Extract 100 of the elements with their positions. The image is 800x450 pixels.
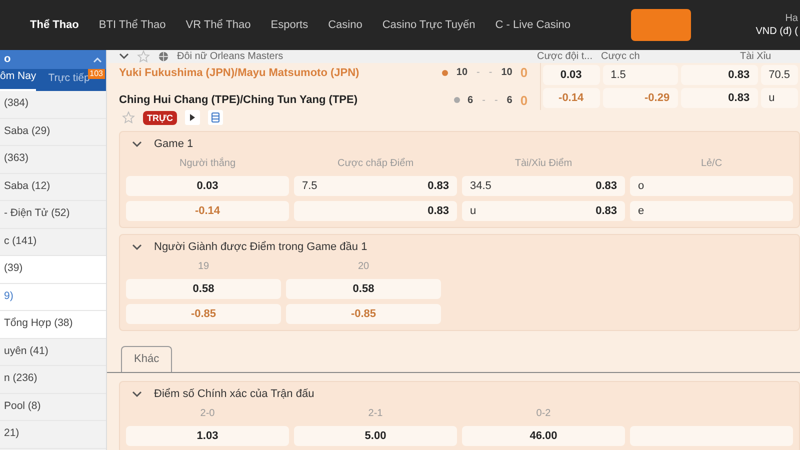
handicap-text: 70.5 xyxy=(768,68,790,83)
score-text: 10 xyxy=(501,66,512,80)
sidebar-item[interactable]: (363) xyxy=(0,146,106,174)
odds-cell[interactable]: u 0.83 xyxy=(462,201,625,221)
odds-cell[interactable]: 5.00 xyxy=(294,426,457,446)
odds-text: 0.03 xyxy=(196,178,218,194)
currency-text: VND (đ) ( xyxy=(756,25,798,38)
stats-icon[interactable] xyxy=(208,110,223,125)
sidebar-tab[interactable]: ôm Nay xyxy=(0,69,36,91)
odds-cell[interactable]: 70.5 xyxy=(760,65,798,85)
column-header: Cược đội t... xyxy=(537,50,592,62)
star-icon[interactable] xyxy=(122,111,135,124)
score-text: 6 xyxy=(468,94,474,108)
column-header: 2-0 xyxy=(199,407,216,421)
team-name: Ching Hui Chang (TPE)/Ching Tun Yang (TPE) xyxy=(119,93,358,108)
live-badge: TRỰC xyxy=(143,110,177,124)
score-text: 6 xyxy=(506,94,512,108)
chevron-icon[interactable] xyxy=(132,390,142,398)
odds-text: 5.00 xyxy=(364,428,386,444)
odds-cell[interactable]: 0.83 xyxy=(680,88,758,108)
market-tab[interactable]: Khác xyxy=(121,346,172,372)
odds-cell[interactable]: 46.00 xyxy=(462,426,625,446)
nav-link[interactable]: Esports xyxy=(270,16,308,34)
score-text: - xyxy=(476,66,480,80)
score-text: - xyxy=(488,66,492,80)
odds-cell[interactable]: e xyxy=(630,201,793,221)
column-header: Cược ch xyxy=(601,50,640,62)
nav-link[interactable]: Casino Trực Tuyến xyxy=(382,16,476,34)
odds-cell[interactable]: 0.83 xyxy=(294,201,457,221)
odds-cell[interactable]: 34.5 0.83 xyxy=(462,176,625,196)
score-text: 10 xyxy=(456,66,468,80)
sidebar-item[interactable]: - Điện Tử (52) xyxy=(0,201,106,228)
odds-text: 0.58 xyxy=(192,282,214,297)
odds-cell[interactable]: 7.5 0.83 xyxy=(294,176,457,196)
chevron-icon[interactable] xyxy=(132,244,142,250)
odds-cell[interactable]: 0.58 xyxy=(126,279,281,299)
odds-text: -0.85 xyxy=(190,306,216,322)
sidebar-item[interactable]: 9) xyxy=(0,284,106,311)
odds-cell[interactable]: 0.58 xyxy=(286,279,441,299)
handicap-text: 1.5 xyxy=(610,68,626,83)
column-header: Người thắng xyxy=(178,156,237,171)
handicap-text: 34.5 xyxy=(470,178,492,194)
column-header: Tài/Xỉu Điểm xyxy=(514,156,574,171)
sidebar-item[interactable]: n (236) xyxy=(0,366,106,394)
nav-link[interactable]: Casino xyxy=(328,16,362,34)
sidebar-item[interactable]: Saba (29) xyxy=(0,118,106,146)
odds-text: 0.03 xyxy=(560,68,582,83)
column-header: Cược chấp Điểm xyxy=(336,156,415,171)
chevron-icon[interactable] xyxy=(119,53,129,60)
star-icon[interactable] xyxy=(137,50,150,63)
odds-cell[interactable]: o xyxy=(630,176,793,196)
column-header: 19 xyxy=(196,260,210,274)
odds-cell[interactable]: 1.5 xyxy=(602,65,678,85)
score-text: - xyxy=(494,94,498,108)
odds-text: 0.83 xyxy=(728,90,750,106)
odds-text: -0.14 xyxy=(558,90,584,106)
sidebar-item[interactable]: Saba (12) xyxy=(0,174,106,201)
play-icon[interactable] xyxy=(184,110,200,125)
sidebar-title: o xyxy=(4,52,11,68)
sidebar-item[interactable]: uyên (41) xyxy=(0,338,106,366)
sidebar-item[interactable]: (384) xyxy=(0,91,106,118)
odds-cell[interactable] xyxy=(630,426,793,446)
handicap-text: u xyxy=(470,204,476,219)
market-title[interactable]: Game 1 xyxy=(154,136,194,152)
caret-up-icon[interactable] xyxy=(93,56,102,62)
odds-cell[interactable]: u xyxy=(760,88,798,108)
team-name: Yuki Fukushima (JPN)/Mayu Matsumoto (JPN) xyxy=(119,66,360,80)
sidebar-item[interactable]: 21) xyxy=(0,421,106,448)
count-badge: 103 xyxy=(88,69,105,79)
column-header: 20 xyxy=(356,260,370,274)
sidebar-item[interactable]: Tổng Hợp (38) xyxy=(0,311,106,338)
column-header: 0-2 xyxy=(535,407,552,421)
odds-text: 46.00 xyxy=(530,428,558,444)
column-header: 2-1 xyxy=(367,407,384,421)
odds-text: -0.85 xyxy=(350,306,376,322)
odds-text: -0.29 xyxy=(644,90,670,106)
market-title[interactable]: Điểm số Chính xác của Trận đấu xyxy=(154,386,314,402)
globe-icon xyxy=(158,51,169,62)
odds-cell[interactable]: 0.83 xyxy=(680,65,758,85)
odds-cell[interactable]: 1.03 xyxy=(126,426,289,446)
account-name: Ha xyxy=(785,12,798,25)
odds-cell[interactable]: 0.03 xyxy=(542,65,600,85)
nav-link[interactable]: BTI Thể Thao xyxy=(98,16,166,34)
odds-text: 0.58 xyxy=(352,282,374,297)
odds-text: 0.83 xyxy=(596,204,617,219)
nav-link[interactable]: Thể Thao xyxy=(30,16,79,34)
market-title[interactable]: Người Giành được Điểm trong Game đầu 1 xyxy=(154,238,368,256)
odds-text: 0.83 xyxy=(428,204,449,219)
column-header: Tài Xỉu xyxy=(740,50,772,62)
score-text: - xyxy=(482,94,486,108)
odds-cell[interactable]: 0.03 xyxy=(126,176,289,196)
odds-text: 0.83 xyxy=(728,68,750,83)
chevron-icon[interactable] xyxy=(132,140,142,148)
nav-link[interactable]: VR Thể Thao xyxy=(186,16,251,34)
sidebar-item[interactable]: (39) xyxy=(0,256,106,284)
column-header: Lẻ/C xyxy=(700,157,724,171)
league-name: Đôi nữ Orleans Masters xyxy=(177,50,284,62)
handicap-text: o xyxy=(638,178,644,194)
sidebar-item[interactable]: Pool (8) xyxy=(0,394,106,421)
nav-link[interactable]: C - Live Casino xyxy=(495,16,570,34)
